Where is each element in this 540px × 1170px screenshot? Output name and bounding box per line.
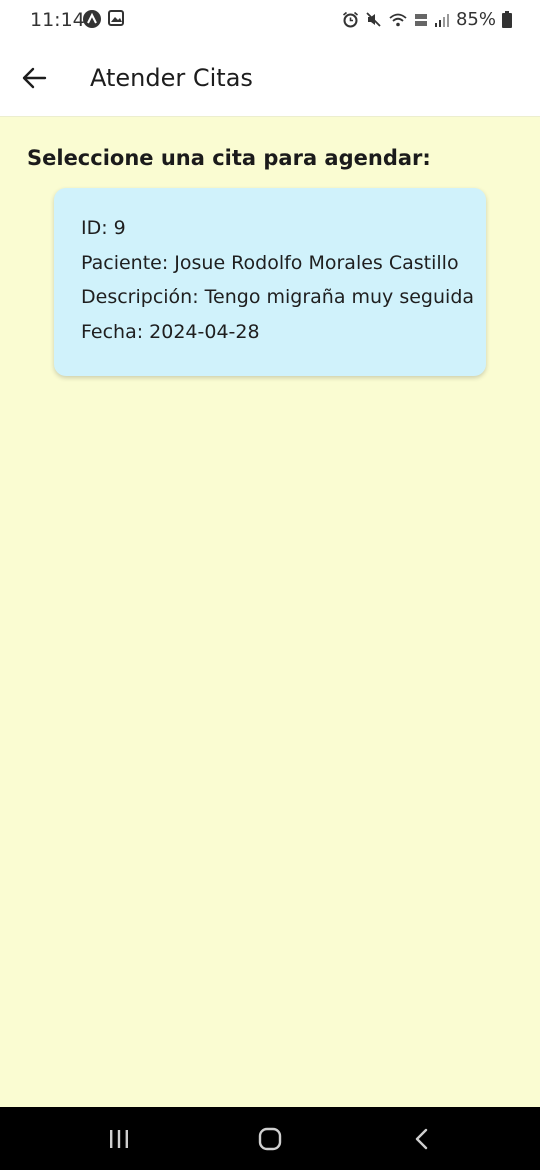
cita-fecha: Fecha: 2024-04-28 bbox=[81, 321, 260, 343]
notification-icons bbox=[83, 10, 124, 32]
cita-paciente: Paciente: Josue Rodolfo Morales Castillo bbox=[81, 252, 459, 274]
home-button[interactable] bbox=[250, 1121, 290, 1157]
system-back-button[interactable] bbox=[402, 1121, 442, 1157]
home-icon bbox=[258, 1127, 282, 1151]
battery-icon bbox=[502, 11, 512, 28]
recents-icon bbox=[110, 1130, 128, 1148]
back-button[interactable] bbox=[14, 58, 54, 98]
page-title: Atender Citas bbox=[90, 64, 253, 92]
battery-percentage: 85% bbox=[455, 9, 496, 30]
image-notification-icon bbox=[108, 10, 124, 32]
system-nav-bar bbox=[0, 1107, 540, 1170]
cita-id: ID: 9 bbox=[81, 217, 126, 239]
chevron-left-icon bbox=[415, 1128, 428, 1150]
alarm-icon bbox=[342, 11, 359, 28]
wifi-icon bbox=[388, 12, 408, 28]
signal-icon bbox=[434, 12, 450, 28]
cita-descripcion: Descripción: Tengo migraña muy seguida bbox=[81, 286, 475, 308]
app-bar: Atender Citas bbox=[0, 40, 540, 117]
status-time: 11:14 bbox=[30, 9, 85, 31]
volte-icon bbox=[414, 12, 428, 28]
app-notification-icon bbox=[83, 10, 101, 32]
section-heading: Seleccione una cita para agendar: bbox=[27, 146, 431, 170]
arrow-left-icon bbox=[22, 67, 47, 89]
cita-card[interactable]: ID: 9 Paciente: Josue Rodolfo Morales Ca… bbox=[54, 188, 486, 376]
status-bar: 11:14 85% bbox=[0, 0, 540, 40]
main-content: Seleccione una cita para agendar: ID: 9 … bbox=[0, 117, 540, 1107]
recents-button[interactable] bbox=[99, 1121, 139, 1157]
status-right: 85% bbox=[342, 9, 512, 30]
mute-icon bbox=[365, 11, 382, 28]
screen: 11:14 85% Atender Citas Seleccione una c… bbox=[0, 0, 540, 1170]
